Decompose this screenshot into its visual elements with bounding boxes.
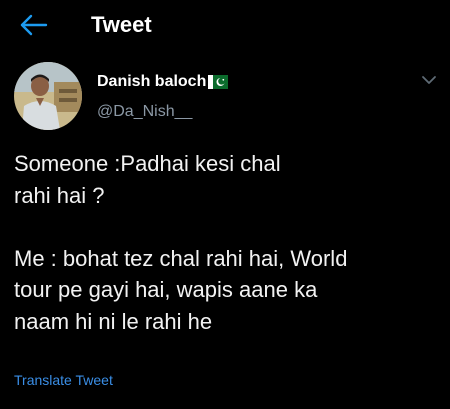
more-options-button[interactable] — [419, 72, 439, 88]
back-arrow-icon — [20, 14, 48, 36]
chevron-down-icon — [422, 76, 436, 84]
pakistan-flag-icon — [208, 75, 229, 89]
author-handle[interactable]: @Da_Nish__ — [97, 103, 192, 121]
tweet-text: Someone :Padhai kesi chal rahi hai ? Me … — [14, 151, 348, 334]
back-button[interactable] — [18, 10, 52, 40]
author-display-name[interactable]: Danish baloch — [97, 73, 206, 91]
page-title: Tweet — [91, 12, 152, 37]
translate-tweet-link[interactable]: Translate Tweet — [14, 372, 113, 388]
author-name-row: Danish baloch — [97, 70, 229, 94]
top-bar: Tweet — [0, 0, 450, 52]
profile-photo-icon — [14, 62, 82, 130]
avatar[interactable] — [14, 62, 82, 130]
